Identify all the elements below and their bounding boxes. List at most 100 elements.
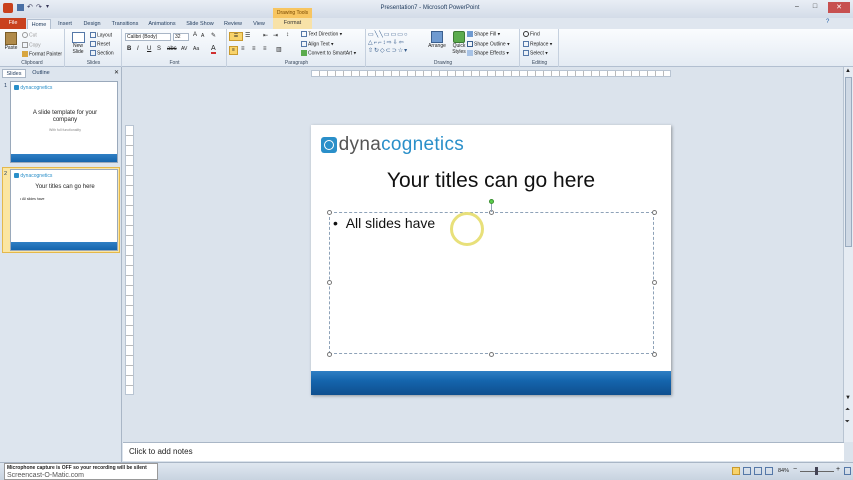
underline-button[interactable]: U [147, 46, 151, 52]
slide-thumbnail-1[interactable]: dynacognetics A slide template for your … [10, 81, 118, 163]
cut-button[interactable]: Cut [22, 32, 37, 38]
scroll-thumb[interactable] [845, 77, 852, 247]
horizontal-ruler[interactable] [311, 70, 671, 77]
reset-button[interactable]: Reset [90, 41, 110, 47]
vertical-ruler[interactable] [125, 125, 134, 395]
font-name-select[interactable]: Calibri (Body) [125, 33, 171, 41]
scroll-down-icon[interactable]: ▼ [845, 395, 851, 401]
undo-icon[interactable]: ↶ [27, 3, 33, 11]
align-right-icon[interactable]: ≡ [252, 46, 256, 52]
fit-slide-icon[interactable] [844, 467, 851, 475]
new-slide-icon [71, 32, 85, 43]
shape-effects-button[interactable]: Shape Effects ▾ [467, 50, 509, 56]
bold-button[interactable]: B [127, 46, 131, 52]
tab-view[interactable]: View [248, 19, 270, 29]
replace-button[interactable]: Replace ▾ [523, 41, 552, 47]
resize-handle[interactable] [326, 351, 332, 357]
tab-insert[interactable]: Insert [53, 19, 77, 29]
find-button[interactable]: Find [523, 31, 540, 37]
quick-styles-button[interactable]: Quick Styles [449, 31, 469, 55]
shrink-font-icon[interactable]: A [201, 33, 204, 39]
justify-icon[interactable]: ≡ [263, 46, 267, 52]
tab-slide-show[interactable]: Slide Show [183, 19, 217, 29]
quick-access-dropdown-icon[interactable]: ▾ [46, 3, 49, 10]
next-slide-icon[interactable]: ⏷ [845, 419, 850, 426]
resize-handle[interactable] [651, 280, 657, 285]
clear-format-icon[interactable]: ✎ [211, 32, 216, 39]
strikethrough-button[interactable]: abc [167, 46, 177, 52]
columns-icon[interactable]: ▥ [276, 46, 282, 53]
slide-title[interactable]: Your titles can go here [331, 169, 651, 193]
close-button[interactable]: ✕ [828, 2, 850, 13]
paste-button[interactable]: Paste [4, 32, 18, 56]
reading-view-icon[interactable] [754, 467, 762, 475]
shapes-gallery[interactable]: ▭╲╲▭▭▭○ △⌐⌐↕⇨⇩⇦ ⇧↻◇⊂⊃☆▾ [368, 31, 423, 57]
help-icon[interactable]: ? [826, 19, 829, 25]
bullets-button[interactable]: ☰ [229, 32, 243, 41]
zoom-out-icon[interactable]: − [793, 466, 797, 473]
align-text-button[interactable]: Align Text ▾ [301, 41, 334, 47]
shape-outline-button[interactable]: Shape Outline ▾ [467, 41, 510, 47]
text-direction-icon [301, 31, 307, 37]
shape-fill-button[interactable]: Shape Fill ▾ [467, 31, 500, 37]
drawing-tools-header: Drawing Tools [273, 8, 312, 18]
sorter-view-icon[interactable] [743, 467, 751, 475]
minimize-button[interactable]: – [790, 3, 804, 13]
format-painter-button[interactable]: Format Painter [22, 51, 62, 57]
align-center-icon[interactable]: ≡ [241, 46, 245, 52]
section-button[interactable]: Section [90, 50, 114, 56]
app-icon[interactable] [3, 3, 13, 13]
normal-view-icon[interactable] [732, 467, 740, 475]
arrange-button[interactable]: Arrange [427, 31, 447, 49]
content-placeholder[interactable] [329, 212, 654, 354]
tab-file[interactable]: File [0, 18, 26, 29]
grow-font-icon[interactable]: A [193, 32, 197, 38]
tab-outline-pane[interactable]: Outline [28, 69, 54, 78]
align-left-button[interactable]: ≡ [229, 46, 238, 55]
resize-handle[interactable] [326, 209, 332, 215]
prev-slide-icon[interactable]: ⏶ [845, 407, 850, 414]
resize-handle[interactable] [489, 351, 494, 357]
scroll-up-icon[interactable]: ▲ [845, 68, 851, 74]
notes-pane[interactable]: Click to add notes [123, 442, 844, 461]
tab-design[interactable]: Design [79, 19, 105, 29]
copy-button[interactable]: Copy [22, 42, 41, 48]
scissors-icon [22, 32, 28, 38]
slide-thumbnail-2[interactable]: dynacognetics Your titles can go here • … [10, 169, 118, 251]
resize-handle[interactable] [651, 351, 657, 357]
tab-review[interactable]: Review [221, 19, 245, 29]
text-direction-button[interactable]: Text Direction ▾ [301, 31, 342, 37]
resize-handle[interactable] [326, 280, 332, 285]
tab-transitions[interactable]: Transitions [108, 19, 142, 29]
shadow-button[interactable]: S [157, 46, 161, 52]
decrease-indent-icon[interactable]: ⇤ [263, 32, 268, 39]
notes-placeholder[interactable]: Click to add notes [129, 447, 193, 456]
italic-button[interactable]: I [137, 46, 139, 52]
font-size-select[interactable]: 32 [173, 33, 189, 41]
zoom-level[interactable]: 84% [778, 468, 789, 474]
line-spacing-icon[interactable]: ↕ [286, 32, 289, 38]
new-slide-button[interactable]: New Slide [69, 32, 87, 55]
tab-format[interactable]: Format [273, 18, 312, 29]
numbering-icon[interactable]: ☰ [245, 32, 250, 39]
bullet-item[interactable]: • All slides have [333, 215, 435, 231]
slideshow-view-icon[interactable] [765, 467, 773, 475]
increase-indent-icon[interactable]: ⇥ [273, 32, 278, 39]
tab-slides-pane[interactable]: Slides [2, 69, 26, 78]
save-icon[interactable] [17, 4, 24, 11]
vertical-scrollbar[interactable]: ▲ ▼ ⏶ ⏷ [843, 67, 853, 442]
slide-canvas[interactable]: dynacognetics Your titles can go here • … [311, 125, 671, 395]
maximize-button[interactable]: □ [808, 3, 822, 13]
layout-button[interactable]: Layout [90, 32, 112, 38]
select-button[interactable]: Select ▾ [523, 50, 548, 56]
zoom-in-icon[interactable]: + [836, 466, 840, 473]
close-pane-icon[interactable]: ✕ [114, 69, 119, 76]
change-case-icon[interactable]: Aa [193, 46, 199, 52]
redo-icon[interactable]: ↷ [36, 3, 42, 11]
convert-smartart-button[interactable]: Convert to SmartArt ▾ [301, 50, 356, 56]
resize-handle[interactable] [651, 209, 657, 215]
char-spacing-icon[interactable]: AV [181, 46, 187, 52]
zoom-slider-thumb[interactable] [815, 467, 818, 475]
font-color-button[interactable]: A [211, 45, 216, 54]
tab-animations[interactable]: Animations [145, 19, 179, 29]
